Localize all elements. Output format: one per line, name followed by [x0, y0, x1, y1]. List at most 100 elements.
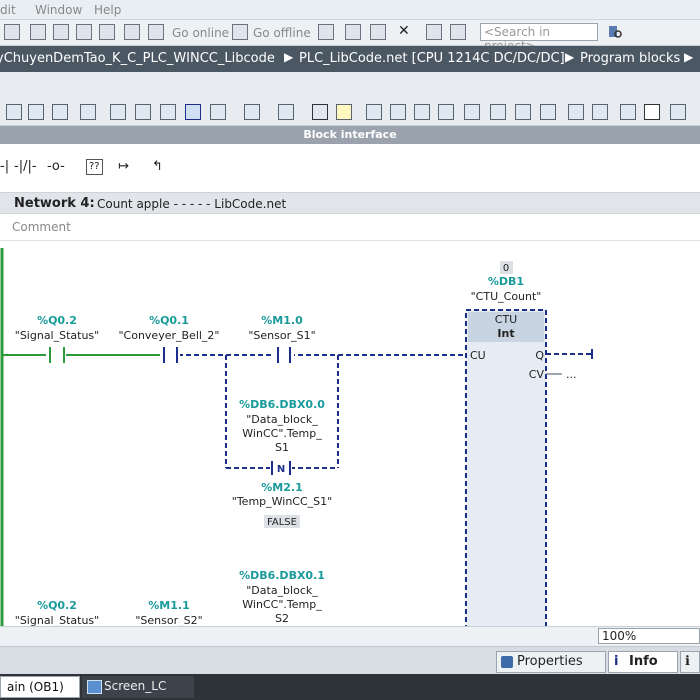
counter-instance: %DB1 [488, 275, 524, 288]
breadcrumb-separator-icon: ▶ [684, 50, 694, 64]
save-icon[interactable] [30, 24, 46, 40]
contact-signal-status-2[interactable]: %Q0.2 "Signal_Status" [15, 599, 99, 626]
menu-edit[interactable]: dit [0, 3, 16, 17]
search-input[interactable]: <Search in project> [480, 23, 598, 53]
split-vertical-icon[interactable] [450, 24, 466, 40]
stop-cpu-icon[interactable] [370, 24, 386, 40]
go-to-fault-icon[interactable] [438, 104, 454, 120]
branch-tag-line: "Data_block_ [246, 413, 318, 426]
open-box-icon[interactable] [244, 104, 260, 120]
task-screen-lc[interactable]: Screen_LC [82, 676, 194, 698]
toggle-display-icon[interactable] [312, 104, 328, 120]
menu-window[interactable]: Window [35, 3, 82, 17]
ladder-editor: -| -|/|- -o- ?? ↦ ↰ Network 4: Count app… [0, 144, 700, 626]
branch-tag-line: S1 [275, 441, 289, 454]
simulate-icon[interactable] [124, 24, 140, 40]
undo-icon[interactable] [592, 104, 608, 120]
contact-address: %Q0.2 [37, 314, 77, 327]
pin-cu: CU [470, 349, 486, 362]
breadcrumb-separator-icon: ▶ [565, 50, 575, 64]
call-hierarchy-icon[interactable] [540, 104, 556, 120]
go-online-button[interactable]: Go online [172, 26, 229, 40]
cv-value: ... [566, 368, 577, 381]
contact-signal-status[interactable]: %Q0.2 "Signal_Status" [15, 314, 99, 364]
branch-s2[interactable]: %DB6.DBX0.1 "Data_block_ WinCC".Temp_ S2 [239, 569, 325, 625]
counter-data-type: Int [497, 327, 514, 340]
start-cpu-icon[interactable] [345, 24, 361, 40]
monitor-icon[interactable] [464, 104, 480, 120]
breadcrumb-plc[interactable]: PLC_LibCode.net [CPU 1214C DC/DC/DC] [299, 51, 565, 66]
counter-type: CTU [495, 313, 517, 326]
more-icon[interactable] [670, 104, 686, 120]
tab-properties-label: Properties [517, 654, 583, 669]
tab-properties[interactable]: Properties [496, 651, 606, 673]
go-offline-button[interactable]: Go offline [253, 26, 311, 40]
block-interface-header[interactable]: Block interface [0, 126, 700, 144]
editor-toolbar [0, 72, 700, 126]
branch-tag-line: WinCC".Temp_ [242, 598, 322, 611]
breadcrumb: yChuyenDemTao_K_C_PLC_WINCC_Libcode ▶ PL… [0, 46, 700, 72]
breadcrumb-separator-icon: ▶ [284, 50, 294, 64]
search-go-icon[interactable] [607, 24, 623, 40]
highlight-icon[interactable] [336, 104, 352, 120]
step-back-icon[interactable] [490, 104, 506, 120]
counter-instance-name: "CTU_Count" [471, 290, 542, 303]
accessible-devices-icon[interactable] [318, 24, 334, 40]
contact-address: %M1.1 [148, 599, 189, 612]
task-main-ob1[interactable]: ain (OB1) [0, 676, 80, 698]
pin-q: Q [535, 349, 544, 362]
properties-icon[interactable] [620, 104, 636, 120]
contact-conveyer-bell[interactable]: %Q0.1 "Conveyer_Bell_2" [118, 314, 220, 364]
close-icon[interactable]: ✕ [398, 24, 414, 40]
editor-status-bar: 100% [0, 626, 700, 646]
main-toolbar: Go online Go offline ✕ <Search in projec… [0, 20, 700, 53]
editor-taskbar: ain (OB1) Screen_LC [0, 674, 700, 700]
step-forward-icon[interactable] [515, 104, 531, 120]
contact-sensor-s2[interactable]: %M1.1 "Sensor_S2" [135, 599, 202, 626]
insert-box-icon[interactable] [210, 104, 226, 120]
info-icon: i [614, 654, 619, 669]
menu-help[interactable]: Help [94, 3, 121, 17]
menu-bar: dit Window Help [0, 0, 700, 20]
properties-icon [501, 656, 513, 668]
favorites-icon[interactable] [160, 104, 176, 120]
compile-icon[interactable] [99, 24, 115, 40]
insert-row-icon[interactable] [52, 104, 68, 120]
comment-toggle-icon[interactable] [185, 104, 201, 120]
absolute-operands-icon[interactable] [110, 104, 126, 120]
reset-start-values-icon[interactable] [80, 104, 96, 120]
tab-info[interactable]: i Info [608, 651, 678, 673]
inspector-tab-bar: Properties i Info ℹ [0, 646, 700, 674]
ctu-counter-block[interactable]: 0 %DB1 "CTU_Count" CTU Int CU Q CV ... [465, 261, 577, 626]
delete-network-icon[interactable] [28, 104, 44, 120]
insert-network-icon[interactable] [6, 104, 22, 120]
insert-parallel-icon[interactable] [278, 104, 294, 120]
contact-address: %Q0.1 [149, 314, 189, 327]
breadcrumb-program-blocks[interactable]: Program blocks [580, 51, 680, 66]
go-to-previous-icon[interactable] [366, 104, 382, 120]
tab-info-label: Info [629, 654, 658, 669]
parallel-branch[interactable]: N %DB6.DBX0.0 "Data_block_ WinCC".Temp_ … [225, 355, 339, 528]
counter-value: 0 [503, 263, 509, 274]
monitoring-on-off-icon[interactable] [644, 104, 660, 120]
network-overview-icon[interactable] [135, 104, 151, 120]
breadcrumb-project[interactable]: yChuyenDemTao_K_C_PLC_WINCC_Libcode [0, 51, 275, 66]
tab-diagnostics[interactable]: ℹ [680, 651, 700, 673]
task-screen-lc-label: Screen_LC [104, 679, 167, 693]
download-icon[interactable] [53, 24, 69, 40]
upload-icon[interactable] [76, 24, 92, 40]
go-to-error-icon[interactable] [414, 104, 430, 120]
split-horizontal-icon[interactable] [426, 24, 442, 40]
edge-value: FALSE [267, 517, 297, 528]
cross-reference-icon[interactable] [568, 104, 584, 120]
branch-tag-line: "Data_block_ [246, 584, 318, 597]
zoom-select[interactable]: 100% [598, 628, 700, 644]
diagnostics-icon: ℹ [685, 654, 690, 669]
go-to-next-icon[interactable] [390, 104, 406, 120]
contact-sensor-s1[interactable]: %M1.0 "Sensor_S1" [248, 314, 316, 364]
go-online-icon[interactable] [148, 24, 164, 40]
go-offline-icon[interactable] [232, 24, 248, 40]
contact-address: %Q0.2 [37, 599, 77, 612]
open-icon[interactable] [4, 24, 20, 40]
contact-tag: "Sensor_S1" [248, 329, 315, 342]
